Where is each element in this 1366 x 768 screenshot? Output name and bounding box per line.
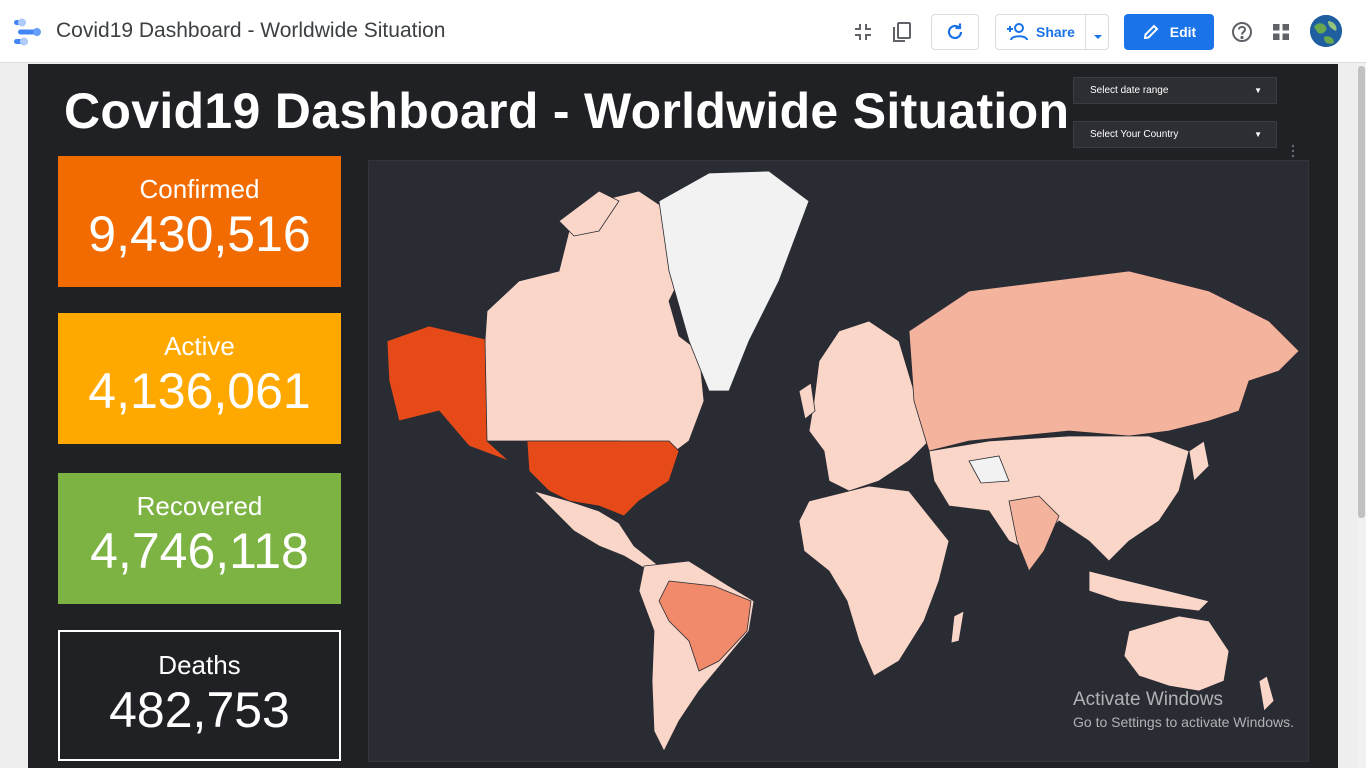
edit-button[interactable]: Edit bbox=[1124, 14, 1214, 50]
map-region-australia bbox=[1123, 615, 1230, 692]
country-filter-label: Select Your Country bbox=[1090, 129, 1179, 140]
kpi-confirmed-value: 9,430,516 bbox=[88, 206, 311, 262]
activation-watermark-subtitle: Go to Settings to activate Windows. bbox=[1073, 714, 1294, 730]
more-options-icon[interactable] bbox=[1290, 144, 1296, 158]
document-title[interactable]: Covid19 Dashboard - Worldwide Situation bbox=[56, 19, 445, 43]
kpi-recovered-value: 4,746,118 bbox=[90, 523, 309, 579]
share-label: Share bbox=[1036, 24, 1075, 40]
kpi-confirmed-label: Confirmed bbox=[139, 174, 260, 204]
share-dropdown-icon[interactable] bbox=[1093, 28, 1103, 46]
kpi-active: Active 4,136,061 bbox=[58, 313, 341, 444]
copy-report-icon[interactable] bbox=[886, 16, 918, 48]
help-icon[interactable] bbox=[1226, 16, 1258, 48]
share-divider bbox=[1085, 15, 1086, 49]
report-title: Covid19 Dashboard - Worldwide Situation bbox=[64, 83, 1070, 139]
kpi-recovered: Recovered 4,746,118 bbox=[58, 473, 341, 604]
refresh-button[interactable] bbox=[931, 14, 979, 50]
kpi-deaths-label: Deaths bbox=[158, 650, 241, 680]
date-range-label: Select date range bbox=[1090, 85, 1169, 96]
refresh-icon bbox=[947, 23, 963, 40]
kpi-deaths: Deaths 482,753 bbox=[58, 630, 341, 761]
add-person-icon bbox=[1007, 23, 1028, 41]
pencil-icon bbox=[1143, 24, 1159, 40]
apps-grid-icon[interactable] bbox=[1265, 16, 1297, 48]
country-filter-control[interactable]: Select Your Country ▼ bbox=[1073, 121, 1277, 148]
map-region-africa bbox=[798, 485, 950, 677]
map-region-japan bbox=[1188, 440, 1210, 482]
account-avatar[interactable] bbox=[1310, 15, 1342, 47]
kpi-recovered-label: Recovered bbox=[136, 491, 263, 521]
app-toolbar: Covid19 Dashboard - Worldwide Situation … bbox=[0, 0, 1366, 63]
map-region-madagascar bbox=[950, 610, 965, 644]
kpi-active-value: 4,136,061 bbox=[88, 363, 311, 419]
kpi-active-label: Active bbox=[164, 331, 235, 361]
dropdown-arrow-icon: ▼ bbox=[1254, 86, 1262, 95]
world-map[interactable] bbox=[368, 160, 1309, 762]
map-region-new-zealand bbox=[1258, 675, 1275, 712]
date-range-control[interactable]: Select date range ▼ bbox=[1073, 77, 1277, 104]
data-studio-logo-icon[interactable] bbox=[14, 18, 44, 46]
map-region-russia bbox=[908, 270, 1300, 452]
exit-fullscreen-icon[interactable] bbox=[847, 16, 879, 48]
dropdown-arrow-icon: ▼ bbox=[1254, 130, 1262, 139]
map-region-asia bbox=[928, 435, 1190, 562]
share-button[interactable]: Share bbox=[995, 14, 1109, 50]
activation-watermark-title: Activate Windows bbox=[1073, 689, 1223, 710]
kpi-confirmed: Confirmed 9,430,516 bbox=[58, 156, 341, 287]
report-canvas: Covid19 Dashboard - Worldwide Situation … bbox=[28, 64, 1338, 768]
edit-label: Edit bbox=[1169, 24, 1197, 40]
kpi-deaths-value: 482,753 bbox=[109, 682, 290, 738]
page-scrollbar-thumb[interactable] bbox=[1358, 66, 1365, 518]
map-region-indonesia bbox=[1088, 570, 1210, 612]
